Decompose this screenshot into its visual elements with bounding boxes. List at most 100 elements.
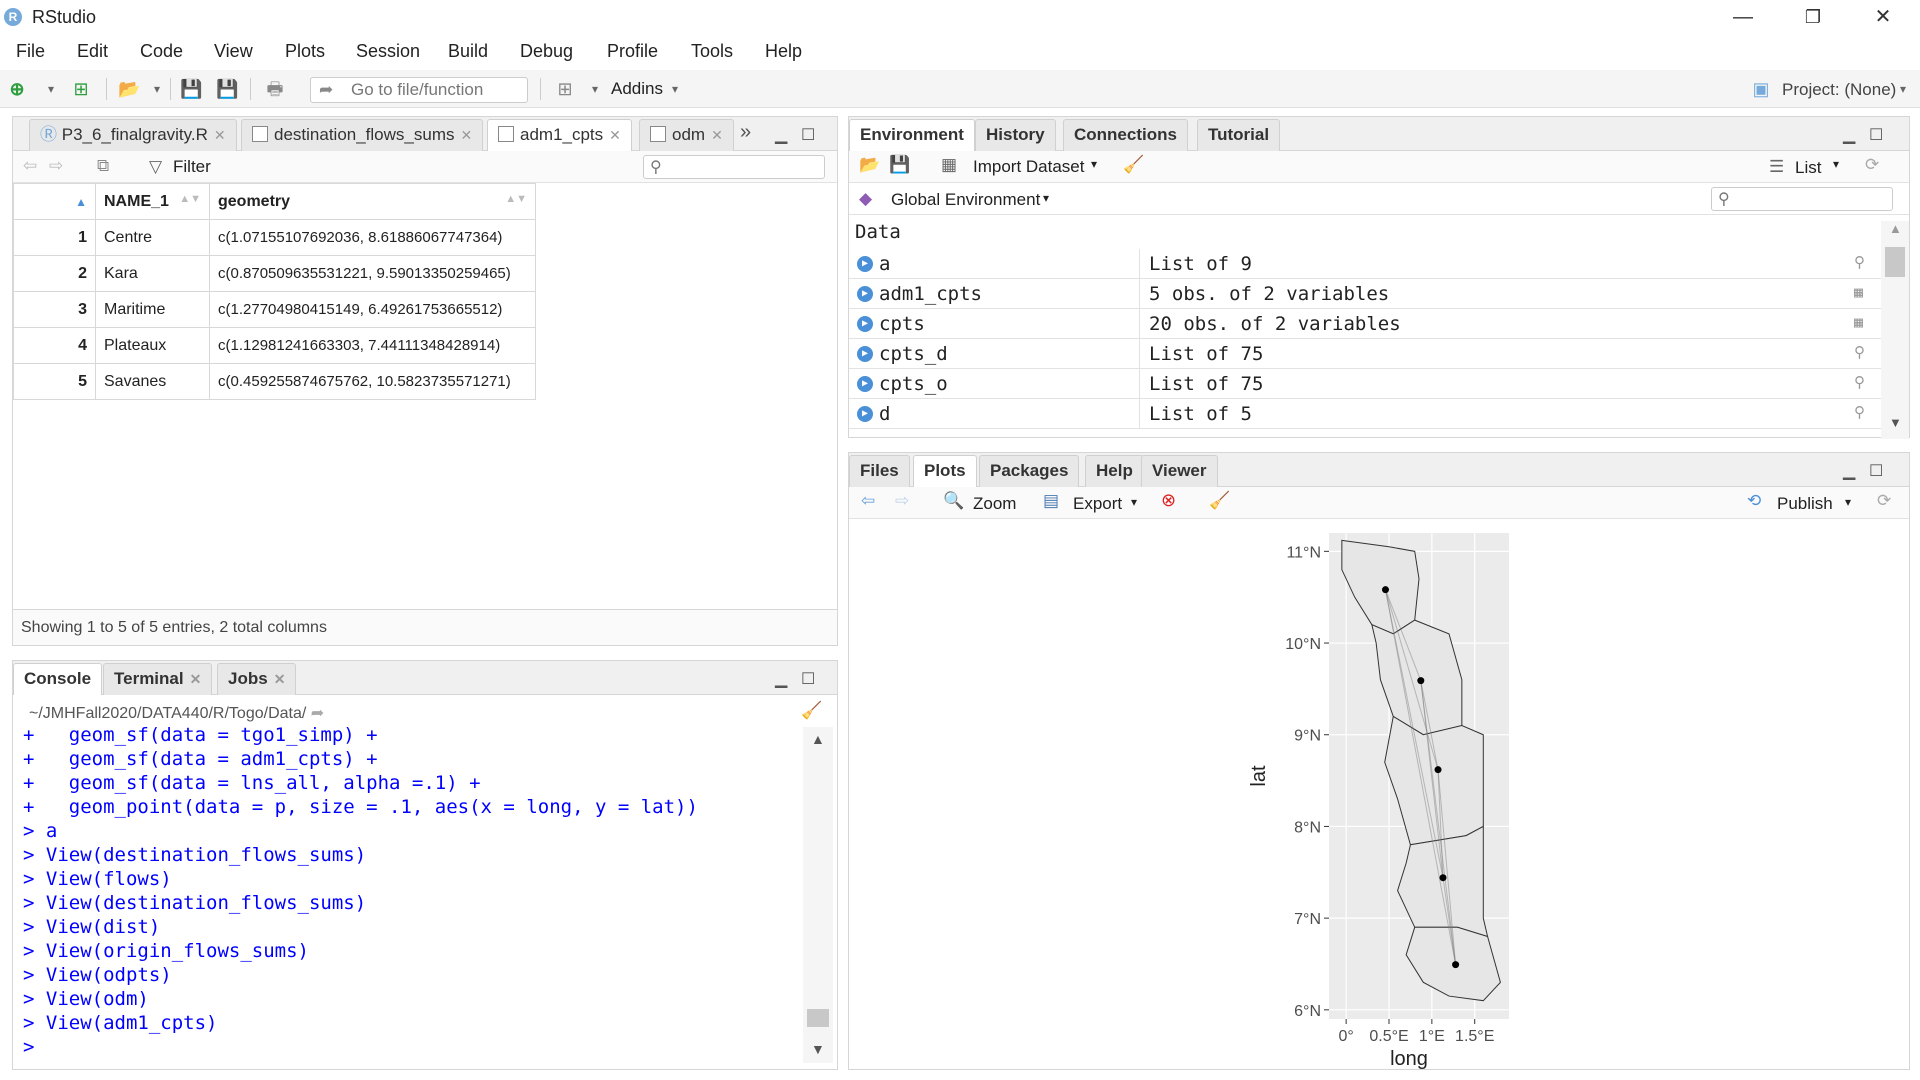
maximize-pane-icon[interactable]: ☐: [1869, 125, 1883, 145]
more-tabs-icon[interactable]: »: [740, 121, 751, 144]
environment-scrollbar[interactable]: ▲ ▼: [1881, 221, 1909, 439]
menu-build[interactable]: Build: [448, 41, 488, 62]
menu-session[interactable]: Session: [356, 41, 420, 62]
clear-console-icon[interactable]: 🧹: [801, 701, 822, 721]
filter-button[interactable]: Filter: [173, 157, 211, 177]
close-icon[interactable]: ✕: [190, 671, 202, 687]
tab-files[interactable]: Files: [849, 455, 910, 487]
new-project-icon[interactable]: ⊞: [70, 78, 92, 100]
maximize-pane-icon[interactable]: ☐: [801, 669, 815, 689]
maximize-pane-icon[interactable]: ☐: [801, 125, 815, 145]
environment-row[interactable]: ▶ d List of 5 ⚲: [849, 399, 1895, 429]
expand-icon[interactable]: ▶: [857, 376, 873, 392]
restore-button[interactable]: ❐: [1790, 4, 1836, 30]
tab-odm[interactable]: odm ✕: [639, 119, 734, 151]
console-scrollbar[interactable]: ▲ ▼: [803, 727, 833, 1063]
dropdown-arrow-icon[interactable]: ▾: [664, 78, 686, 100]
dropdown-arrow-icon[interactable]: ▾: [1043, 191, 1049, 205]
expand-icon[interactable]: ▶: [857, 286, 873, 302]
table-icon[interactable]: ▦: [1854, 283, 1863, 301]
remove-plot-icon[interactable]: ⊗: [1161, 490, 1176, 511]
menu-debug[interactable]: Debug: [520, 41, 573, 62]
search-icon[interactable]: ⚲: [1854, 373, 1865, 391]
publish-button[interactable]: Publish: [1777, 494, 1833, 514]
open-folder-icon[interactable]: 📂: [118, 78, 140, 100]
popout-icon[interactable]: ⧉: [97, 156, 109, 176]
new-file-icon[interactable]: ⊕: [6, 78, 28, 100]
tab-packages[interactable]: Packages: [979, 455, 1080, 487]
minimize-pane-icon[interactable]: ▁: [775, 125, 787, 145]
forward-arrow-icon[interactable]: ⇨: [49, 156, 63, 176]
tab-plots[interactable]: Plots: [913, 455, 977, 487]
zoom-button[interactable]: Zoom: [973, 494, 1016, 514]
back-arrow-icon[interactable]: ⇦: [23, 156, 37, 176]
tab-adm1-cpts[interactable]: adm1_cpts ✕: [487, 119, 632, 151]
dropdown-arrow-icon[interactable]: ▾: [40, 78, 62, 100]
tab-terminal[interactable]: Terminal ✕: [103, 663, 213, 695]
dropdown-arrow-icon[interactable]: ▾: [1833, 157, 1839, 171]
environment-row[interactable]: ▶ adm1_cpts 5 obs. of 2 variables ▦: [849, 279, 1895, 309]
refresh-icon[interactable]: ⟳: [1877, 491, 1891, 511]
menu-code[interactable]: Code: [140, 41, 183, 62]
expand-icon[interactable]: ▶: [857, 406, 873, 422]
menu-plots[interactable]: Plots: [285, 41, 325, 62]
close-icon[interactable]: ✕: [460, 127, 472, 143]
menu-edit[interactable]: Edit: [77, 41, 108, 62]
dropdown-arrow-icon[interactable]: ▾: [1091, 157, 1097, 171]
tab-destination-flows[interactable]: destination_flows_sums ✕: [241, 119, 484, 151]
refresh-icon[interactable]: ⟳: [1865, 155, 1879, 175]
scroll-thumb[interactable]: [807, 1009, 829, 1027]
forward-arrow-icon[interactable]: ⇨: [895, 491, 909, 511]
expand-icon[interactable]: ▶: [857, 316, 873, 332]
maximize-pane-icon[interactable]: ☐: [1869, 461, 1883, 481]
column-header-name1[interactable]: NAME_1 ▲▼: [95, 183, 210, 220]
goto-dir-arrow-icon[interactable]: ➦: [311, 705, 324, 722]
save-icon[interactable]: 💾: [180, 78, 202, 100]
data-search-input[interactable]: ⚲: [643, 155, 825, 179]
search-icon[interactable]: ⚲: [1854, 403, 1865, 421]
minimize-pane-icon[interactable]: ▁: [1843, 125, 1855, 145]
console-output[interactable]: + geom_sf(data = tgo1_simp) + + geom_sf(d…: [13, 723, 813, 1063]
scroll-down-icon[interactable]: ▼: [811, 1041, 825, 1057]
dropdown-arrow-icon[interactable]: ▾: [1131, 495, 1137, 509]
broom-icon[interactable]: 🧹: [1123, 155, 1144, 175]
scroll-up-icon[interactable]: ▲: [811, 731, 825, 747]
expand-icon[interactable]: ▶: [857, 256, 873, 272]
environment-search-input[interactable]: ⚲: [1711, 187, 1893, 211]
scroll-thumb[interactable]: [1885, 247, 1905, 277]
sort-asc-icon[interactable]: ▲: [13, 183, 96, 220]
print-icon[interactable]: 🖶: [264, 78, 286, 100]
save-icon[interactable]: 💾: [889, 155, 910, 175]
tab-connections[interactable]: Connections: [1063, 119, 1188, 151]
search-icon[interactable]: ⚲: [1854, 253, 1865, 271]
back-arrow-icon[interactable]: ⇦: [861, 491, 875, 511]
dropdown-arrow-icon[interactable]: ▾: [1892, 78, 1914, 100]
global-environment-menu[interactable]: Global Environment: [891, 190, 1040, 210]
addins-menu[interactable]: Addins: [611, 79, 663, 99]
import-dataset-button[interactable]: Import Dataset: [973, 157, 1085, 177]
scroll-down-icon[interactable]: ▼: [1889, 415, 1902, 430]
environment-row[interactable]: ▶ cpts_d List of 75 ⚲: [849, 339, 1895, 369]
tab-help[interactable]: Help: [1085, 455, 1144, 487]
menu-help[interactable]: Help: [765, 41, 802, 62]
close-icon[interactable]: ✕: [274, 671, 286, 687]
grid-layout-icon[interactable]: ⊞: [554, 78, 576, 100]
close-icon[interactable]: ✕: [609, 127, 621, 143]
menu-profile[interactable]: Profile: [607, 41, 658, 62]
dropdown-arrow-icon[interactable]: ▾: [146, 78, 168, 100]
project-menu[interactable]: Project: (None): [1782, 80, 1896, 100]
expand-icon[interactable]: ▶: [857, 346, 873, 362]
close-icon[interactable]: ✕: [711, 127, 723, 143]
minimize-pane-icon[interactable]: ▁: [1843, 461, 1855, 481]
filter-icon[interactable]: ▽: [149, 157, 162, 177]
scroll-up-icon[interactable]: ▲: [1889, 221, 1902, 236]
broom-icon[interactable]: 🧹: [1209, 491, 1230, 511]
close-icon[interactable]: ✕: [214, 127, 226, 143]
tab-console[interactable]: Console: [13, 663, 103, 695]
list-view-menu[interactable]: List: [1795, 158, 1821, 178]
minimize-button[interactable]: —: [1720, 4, 1766, 30]
tab-tutorial[interactable]: Tutorial: [1197, 119, 1281, 151]
search-icon[interactable]: ⚲: [1854, 343, 1865, 361]
column-header-geometry[interactable]: geometry ▲▼: [209, 183, 536, 220]
menu-view[interactable]: View: [214, 41, 253, 62]
